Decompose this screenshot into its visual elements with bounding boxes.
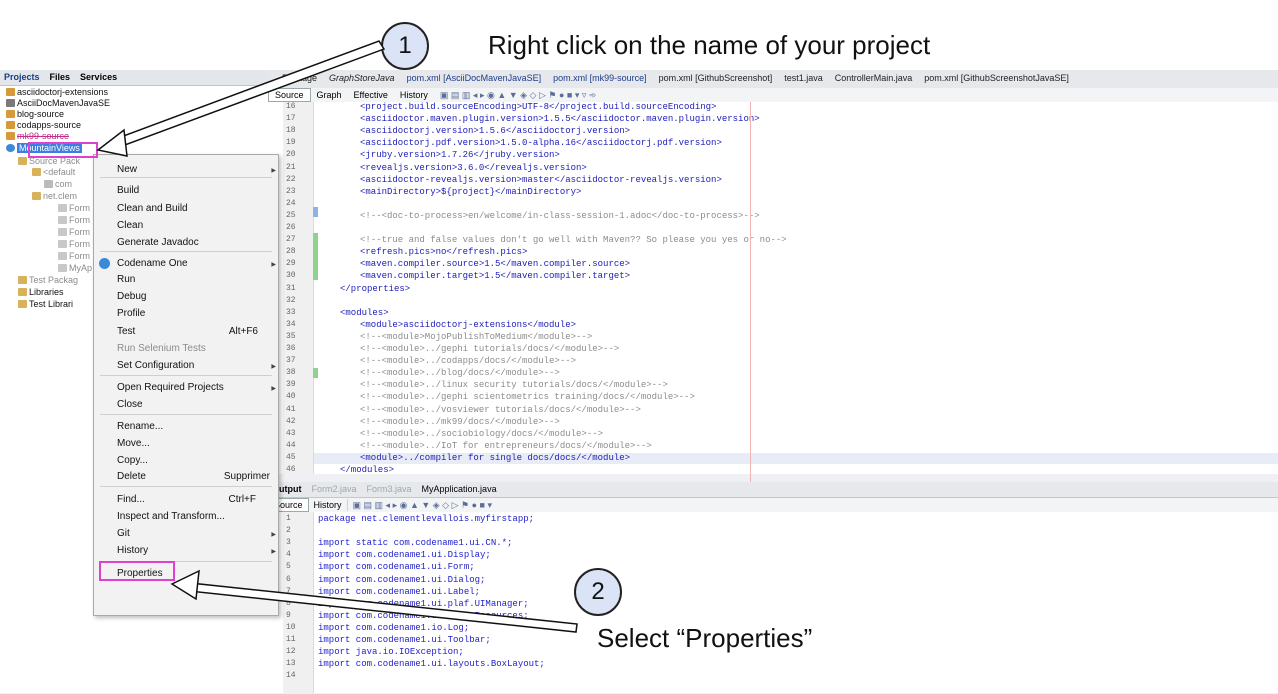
step-2-number: 2	[591, 578, 605, 605]
step-1-arrow	[96, 40, 386, 157]
annotation-arrows	[96, 40, 578, 633]
step-2-badge: 2	[574, 568, 622, 616]
step-2-arrow	[170, 569, 578, 633]
step-2-caption: Select “Properties”	[597, 623, 813, 653]
